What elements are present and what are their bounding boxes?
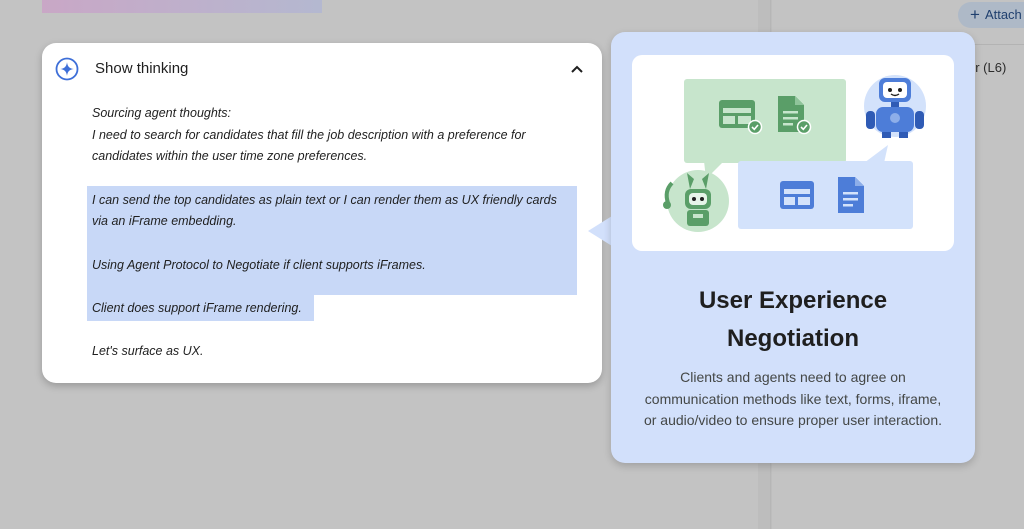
plus-icon: + — [970, 5, 980, 24]
illustration-panel — [632, 55, 954, 251]
thought-line: Sourcing agent thoughts: — [92, 106, 231, 120]
thought-line: I need to search for candidates that fil… — [92, 128, 526, 142]
thought-line: Client does support iFrame rendering. — [92, 301, 302, 315]
document-icon-blue — [838, 177, 864, 213]
info-card-title: User Experience Negotiation — [611, 282, 975, 358]
thinking-card: Show thinking Sourcing agent thoughts: I… — [42, 43, 602, 383]
info-card-description-line: communication methods like text, forms, … — [644, 390, 942, 407]
info-card-title-line: User Experience — [698, 287, 888, 314]
chevron-up-icon[interactable] — [568, 61, 586, 77]
info-card-description-line: or audio/video to ensure proper user int… — [643, 412, 943, 428]
info-card-description: Clients and agents need to agree on comm… — [624, 367, 962, 432]
attach-button[interactable]: + Attach — [958, 2, 1024, 28]
thought-line: via an iFrame embedding. — [92, 214, 237, 228]
negotiation-illustration — [663, 75, 926, 232]
show-thinking-label: Show thinking — [95, 60, 189, 77]
info-card-description-line: Clients and agents need to agree on — [680, 369, 906, 385]
card-pointer — [588, 216, 612, 246]
window-icon-blue — [780, 181, 814, 209]
thought-line: Using Agent Protocol to Negotiate if cli… — [92, 258, 426, 272]
gemini-sparkle-icon — [55, 57, 79, 81]
thought-line: candidates within the user time zone pre… — [92, 149, 368, 163]
info-card-title-line: Negotiation — [727, 325, 859, 352]
attach-button-label: Attach — [984, 7, 1022, 22]
background-banner — [42, 0, 322, 13]
show-thinking-toggle[interactable]: Show thinking — [42, 43, 602, 95]
blue-robot — [864, 75, 926, 138]
thought-line: I can send the top candidates as plain t… — [92, 193, 557, 207]
thought-line: Let's surface as UX. — [92, 344, 204, 358]
green-agent-robot — [663, 170, 729, 232]
